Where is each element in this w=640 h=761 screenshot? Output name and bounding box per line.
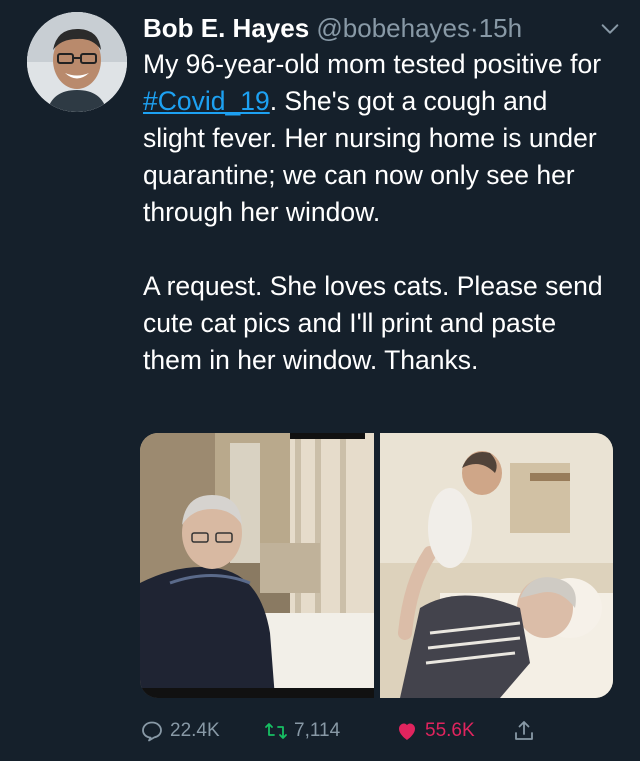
tweet-paragraph-2: A request. She loves cats. Please send c… <box>143 271 603 375</box>
photo-woman-seated <box>140 433 374 698</box>
author-handle[interactable]: @bobehayes <box>316 13 470 43</box>
tweet-media <box>140 433 613 698</box>
tweet-timestamp[interactable]: 15h <box>479 13 522 43</box>
tweet-paragraph-1: My 96-year-old mom tested positive for #… <box>143 46 613 231</box>
retweet-count: 7,114 <box>294 720 341 741</box>
share-icon <box>515 721 533 740</box>
reply-icon <box>142 721 162 742</box>
tweet-body: My 96-year-old mom tested positive for #… <box>143 46 613 379</box>
heart-icon <box>399 723 415 740</box>
retweet-button[interactable]: 7,114 <box>264 713 340 749</box>
chevron-down-icon[interactable] <box>599 18 621 40</box>
reply-button[interactable]: 22.4K <box>140 713 220 749</box>
media-photo-1[interactable] <box>140 433 374 698</box>
tweet-actions: 22.4K 7,114 55.6K <box>140 713 620 749</box>
author-name[interactable]: Bob E. Hayes <box>143 13 309 43</box>
tweet-text-part-1: My 96-year-old mom tested positive for <box>143 49 602 79</box>
retweet-icon <box>265 723 287 739</box>
reply-count: 22.4K <box>170 720 220 741</box>
avatar-photo <box>27 12 127 112</box>
share-button[interactable] <box>512 713 542 749</box>
like-button[interactable]: 55.6K <box>395 713 475 749</box>
media-photo-2[interactable] <box>380 433 613 698</box>
header-separator: · <box>470 13 479 43</box>
like-count: 55.6K <box>425 720 475 741</box>
hashtag-link[interactable]: #Covid_19 <box>143 86 270 116</box>
photo-woman-with-baby <box>380 433 613 698</box>
tweet-header: Bob E. Hayes @bobehayes·15h <box>143 10 623 46</box>
author-avatar[interactable] <box>27 12 127 112</box>
